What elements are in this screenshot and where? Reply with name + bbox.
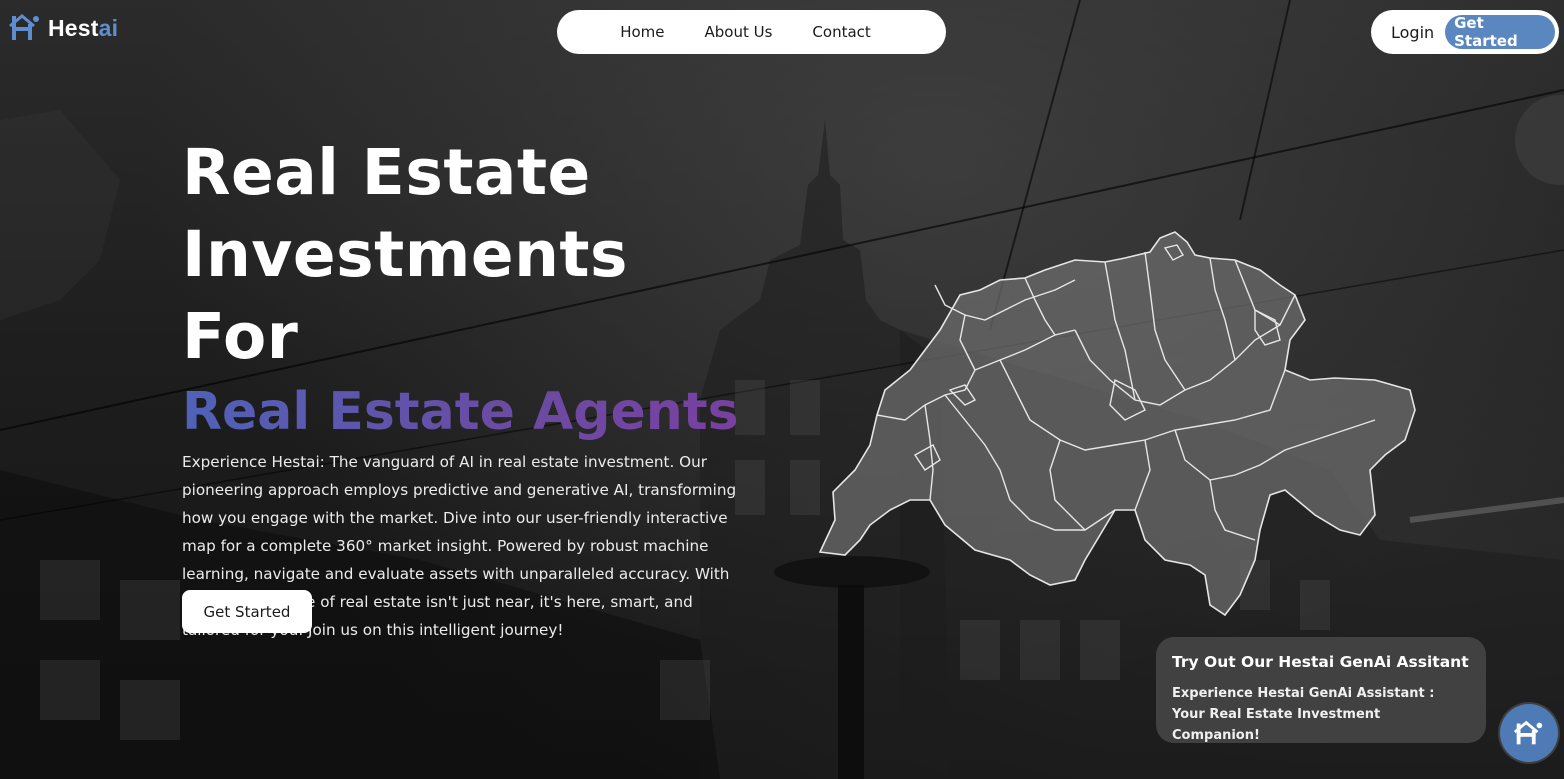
hero-title: Real Estate Investments For bbox=[182, 132, 762, 378]
login-button[interactable]: Login bbox=[1391, 23, 1445, 42]
genai-assistant-description: Experience Hestai GenAi Assistant : Your… bbox=[1172, 686, 1435, 743]
auth-controls: Login Get Started bbox=[1371, 10, 1559, 54]
brand-name: Hestai bbox=[48, 15, 118, 42]
hero-accent-title: Real Estate Agents bbox=[182, 378, 762, 446]
switzerland-map[interactable] bbox=[815, 230, 1420, 620]
hestai-logo-icon bbox=[9, 14, 39, 40]
hero-section: Real Estate Investments For Real Estate … bbox=[182, 132, 762, 644]
header-get-started-button[interactable]: Get Started bbox=[1445, 14, 1555, 50]
brand-name-part2: ai bbox=[98, 14, 119, 41]
brand-name-part1: Hest bbox=[48, 14, 99, 41]
brand-logo[interactable]: Hestai bbox=[8, 10, 118, 46]
genai-assistant-card[interactable]: Try Out Our Hestai GenAi Assitant Experi… bbox=[1156, 637, 1486, 743]
nav-about-link[interactable]: About Us bbox=[705, 23, 773, 41]
hero-title-line1: Real Estate bbox=[182, 136, 591, 209]
hestai-logo-icon bbox=[1513, 720, 1543, 745]
hero-get-started-button[interactable]: Get Started bbox=[182, 590, 312, 633]
hero-title-line2: Investments For bbox=[182, 218, 629, 373]
nav-contact-link[interactable]: Contact bbox=[812, 23, 870, 41]
genai-chat-button[interactable] bbox=[1500, 704, 1558, 762]
genai-assistant-title: Try Out Our Hestai GenAi Assitant bbox=[1172, 653, 1469, 671]
nav-home-link[interactable]: Home bbox=[620, 23, 664, 41]
main-nav: Home About Us Contact bbox=[557, 10, 946, 54]
map-outline bbox=[818, 231, 1416, 617]
